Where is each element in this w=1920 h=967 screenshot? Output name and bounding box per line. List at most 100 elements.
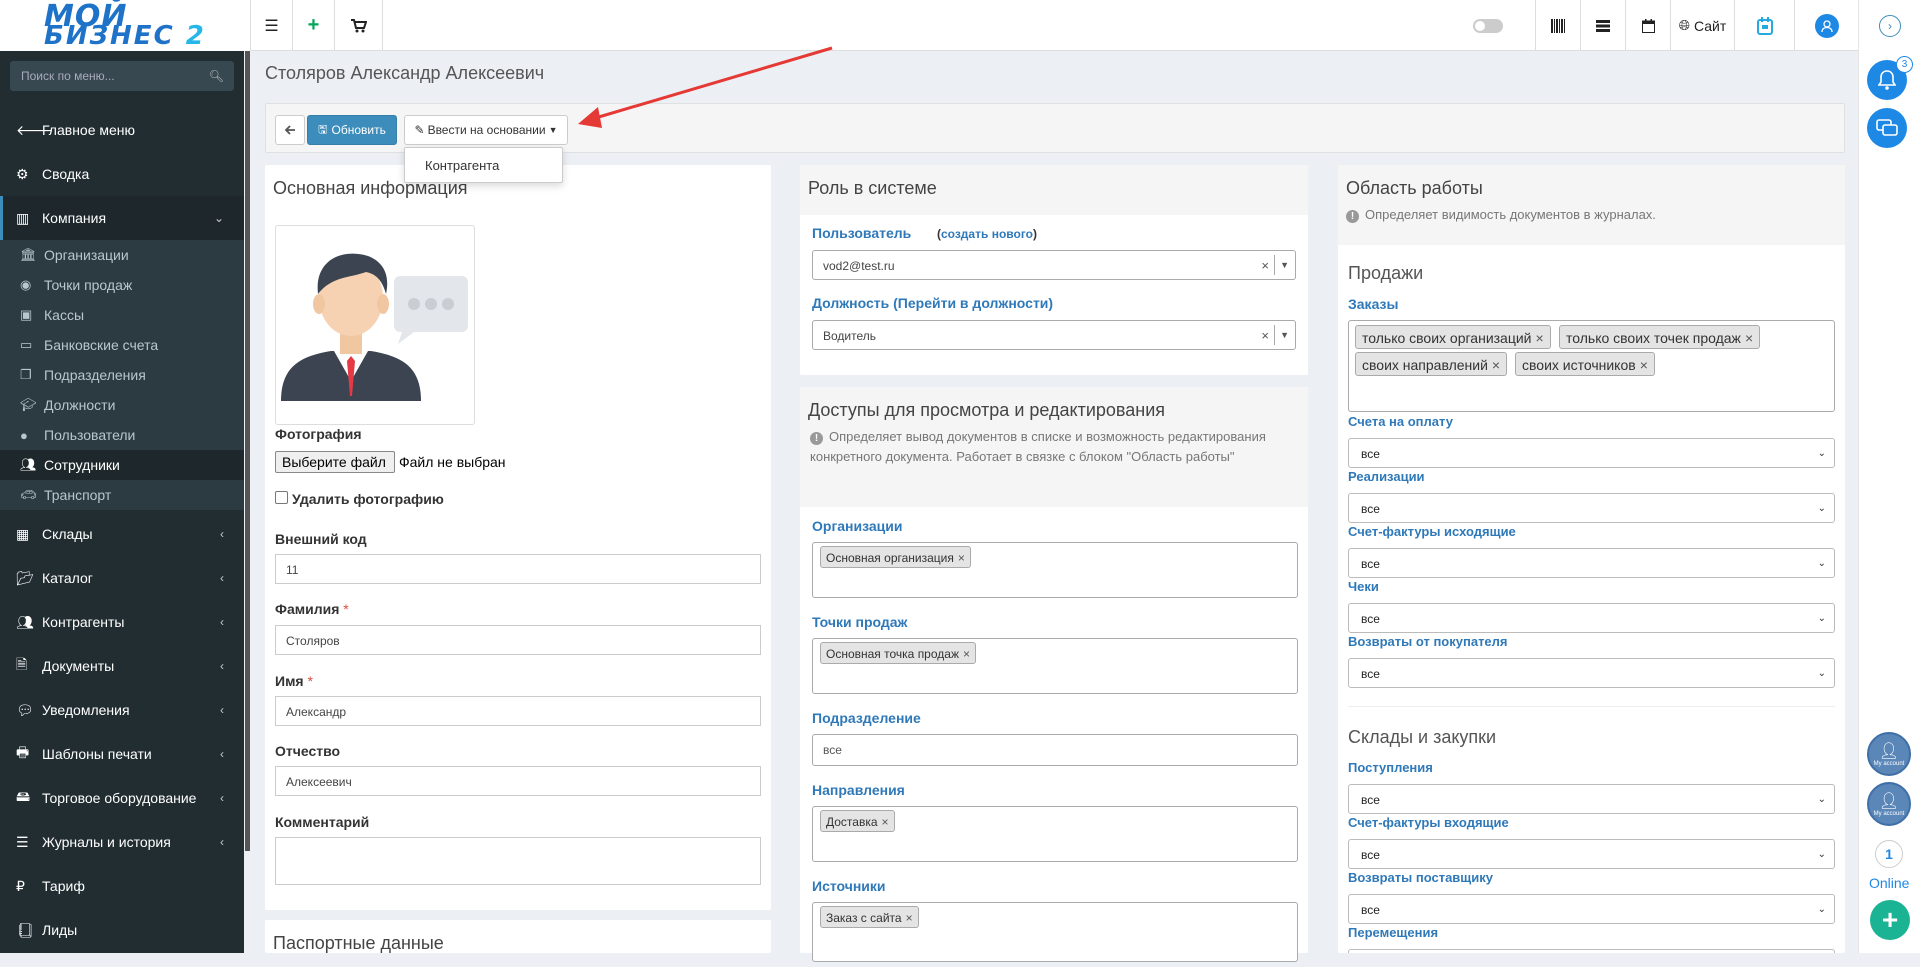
annotation-arrow: [578, 46, 833, 128]
sidebar-item-catalog[interactable]: 📂︎ Каталог ‹: [0, 556, 244, 600]
role-panel: Роль в системе Пользователь (создать нов…: [800, 165, 1308, 375]
sidebar-subitem-organizations[interactable]: 🏛︎ Организации: [0, 240, 244, 270]
ext-code-field[interactable]: 11: [275, 554, 761, 584]
arrow-left-icon: 🡐: [16, 121, 54, 138]
moves-select[interactable]: [1348, 949, 1835, 953]
chevron-left-icon: ‹: [220, 659, 224, 673]
sidebar-item-notifications[interactable]: 💬︎ Уведомления ‹: [0, 688, 244, 732]
sidebar-subitem-employees[interactable]: 👥︎ Сотрудники: [0, 450, 244, 480]
barcode-icon[interactable]: [1535, 0, 1580, 51]
chat-icon[interactable]: [1867, 108, 1907, 148]
target-icon: ◉: [20, 277, 32, 292]
division-multiselect[interactable]: все: [812, 734, 1298, 766]
gear-icon: ⚙: [16, 165, 29, 182]
users-icon: 👥︎: [20, 457, 37, 472]
dropdown-item-contractor[interactable]: Контрагента: [425, 158, 499, 173]
add-icon[interactable]: +: [293, 0, 335, 51]
sidebar-subitem-bank-accounts[interactable]: ▭ Банковские счета: [0, 330, 244, 360]
sources-multiselect[interactable]: Заказ с сайта ×: [812, 902, 1298, 962]
account-icon[interactable]: 👤︎ My account: [1867, 732, 1911, 776]
based-on-dropdown-menu: Контрагента: [404, 147, 563, 183]
sidebar-item-company[interactable]: ▥ Компания ⌄: [0, 196, 244, 240]
invoices-select[interactable]: все ⌄: [1348, 438, 1835, 468]
surname-label: Фамилия *: [275, 601, 349, 617]
realizations-select[interactable]: все ⌄: [1348, 493, 1835, 523]
sidebar-item-main-menu[interactable]: 🡐 Главное меню: [0, 108, 244, 152]
remove-tag-icon[interactable]: ×: [1492, 357, 1500, 373]
remove-tag-icon[interactable]: ×: [1745, 330, 1753, 346]
remove-tag-icon[interactable]: ×: [958, 551, 965, 565]
remove-tag-icon[interactable]: ×: [882, 815, 889, 829]
sidebar-item-documents[interactable]: 🗎︎ Документы ‹: [0, 644, 244, 688]
user-avatar-icon[interactable]: [1794, 0, 1858, 51]
chevron-left-icon: ‹: [220, 703, 224, 717]
sidebar-subitem-transport[interactable]: 🚗︎ Транспорт: [0, 480, 244, 510]
chevron-down-icon: ⌄: [1817, 794, 1826, 805]
points-multiselect[interactable]: Основная точка продаж ×: [812, 638, 1298, 694]
sidebar-item-trade-equipment[interactable]: 🖴︎ Торговое оборудование ‹: [0, 776, 244, 820]
sidebar-subitem-points[interactable]: ◉ Точки продаж: [0, 270, 244, 300]
sidebar-item-journals[interactable]: ☰ Журналы и история ‹: [0, 820, 244, 864]
address-book-icon: 📒︎: [16, 921, 34, 938]
delete-photo-checkbox[interactable]: [275, 491, 288, 504]
sidebar-subitem-divisions[interactable]: ❐ Подразделения: [0, 360, 244, 390]
money-icon: ▣: [20, 307, 33, 322]
sidebar-item-warehouses[interactable]: ▦ Склады ‹: [0, 512, 244, 556]
orders-multiselect[interactable]: только своих организаций × только своих т…: [1348, 320, 1835, 412]
comments-icon: 💬︎: [16, 701, 34, 718]
remove-tag-icon[interactable]: ×: [906, 911, 913, 925]
logo[interactable]: МОЙ БИЗНЕС 2: [0, 0, 251, 51]
name-field[interactable]: Александр: [275, 696, 761, 726]
account-icon[interactable]: 👤︎ My account: [1867, 782, 1911, 826]
chevron-right-icon[interactable]: ›: [1879, 15, 1901, 37]
shop-icon[interactable]: [1734, 0, 1794, 51]
add-fab-button[interactable]: +: [1870, 900, 1910, 940]
update-button[interactable]: 🖫 Обновить: [307, 115, 397, 145]
theme-toggle[interactable]: [1468, 0, 1508, 51]
receipts-select[interactable]: все ⌄: [1348, 784, 1835, 814]
remove-tag-icon[interactable]: ×: [963, 647, 970, 661]
clear-icon[interactable]: ×: [1261, 258, 1269, 273]
chevron-left-icon: ‹: [220, 527, 224, 541]
directions-multiselect[interactable]: Доставка ×: [812, 806, 1298, 862]
sidebar-item-summary[interactable]: ⚙ Сводка: [0, 152, 244, 196]
sidebar-item-leads[interactable]: 📒︎ Лиды: [0, 908, 244, 952]
list-icon[interactable]: [1580, 0, 1625, 51]
sidebar-subitem-users[interactable]: ● Пользователи: [0, 420, 244, 450]
user-select[interactable]: vod2@test.ru × ▼: [812, 250, 1296, 280]
comment-textarea[interactable]: [275, 837, 761, 885]
sf-out-select[interactable]: все ⌄: [1348, 548, 1835, 578]
sidebar-item-contractors[interactable]: 👥︎ Контрагенты ‹: [0, 600, 244, 644]
org-multiselect[interactable]: Основная организация ×: [812, 542, 1298, 598]
remove-tag-icon[interactable]: ×: [1536, 330, 1544, 346]
sidebar-item-print-templates[interactable]: 🖶︎ Шаблоны печати ‹: [0, 732, 244, 776]
remove-tag-icon[interactable]: ×: [1640, 357, 1648, 373]
choose-file-button[interactable]: Выберите файл: [275, 451, 395, 473]
chevron-left-icon: ‹: [220, 571, 224, 585]
chevron-left-icon: ‹: [220, 835, 224, 849]
chevron-down-icon: ⌄: [1817, 558, 1826, 569]
create-new-link[interactable]: (создать нового): [937, 227, 1037, 241]
sf-in-select[interactable]: все ⌄: [1348, 839, 1835, 869]
calendar-icon[interactable]: [1625, 0, 1670, 51]
menu-toggle-icon[interactable]: ☰: [251, 0, 293, 51]
sidebar-subitem-positions[interactable]: 🎓︎ Должности: [0, 390, 244, 420]
returns-supplier-select[interactable]: все ⌄: [1348, 894, 1835, 924]
sidebar-item-tariff[interactable]: ₽ Тариф: [0, 864, 244, 908]
sidebar-subitem-cash[interactable]: ▣ Кассы: [0, 300, 244, 330]
site-link[interactable]: 🌐︎ Сайт: [1670, 0, 1734, 51]
based-on-dropdown-button[interactable]: ✎ Ввести на основании ▼: [404, 115, 568, 145]
returns-buyer-select[interactable]: все ⌄: [1348, 658, 1835, 688]
menu-search-input[interactable]: Поиск по меню... 🔍︎: [10, 61, 234, 91]
checks-select[interactable]: все ⌄: [1348, 603, 1835, 633]
user-icon: ●: [20, 427, 28, 443]
position-select[interactable]: Водитель × ▼: [812, 320, 1296, 350]
cart-icon[interactable]: [335, 0, 383, 51]
sidebar-scrollbar[interactable]: [244, 51, 251, 953]
back-button[interactable]: [275, 115, 305, 145]
surname-field[interactable]: Столяров: [275, 625, 761, 655]
sources-tag: Заказ с сайта ×: [820, 906, 919, 928]
patronymic-field[interactable]: Алексеевич: [275, 766, 761, 796]
position-label[interactable]: Должность (Перейти в должности): [812, 295, 1053, 311]
clear-icon[interactable]: ×: [1261, 328, 1269, 343]
